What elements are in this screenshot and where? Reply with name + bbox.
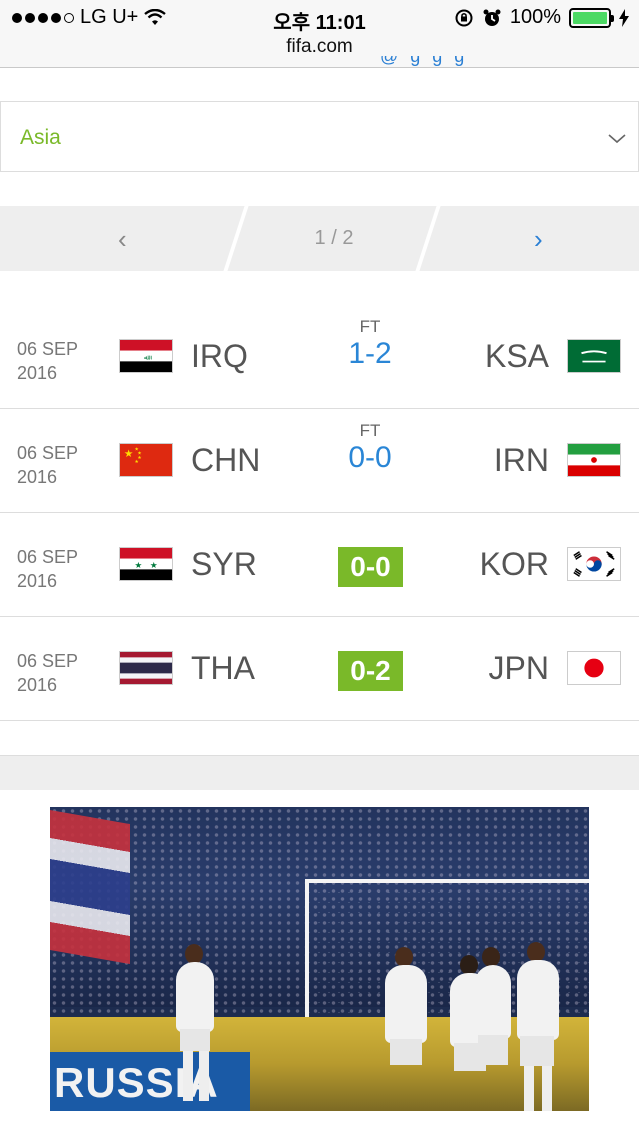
waving-flag <box>50 809 130 965</box>
partial-link: @ggg <box>380 56 477 66</box>
match-date: 06 SEP 2016 <box>17 339 79 383</box>
match-score[interactable]: 1-2 <box>320 337 420 371</box>
match-row[interactable]: 06 SEP 2016 THA 0-2 JPN <box>0 617 639 721</box>
region-select-value: Asia <box>20 126 61 149</box>
thailand-flag-icon <box>119 651 173 685</box>
chevron-down-icon <box>608 134 626 144</box>
address-bar-url[interactable]: fifa.com <box>0 36 639 58</box>
rotation-lock-icon <box>455 9 473 26</box>
japan-flag-icon <box>567 651 621 685</box>
home-team: THA <box>191 650 255 686</box>
match-status: FT <box>359 317 381 336</box>
china-flag-icon: ★ ★ ★ ★ ★ <box>119 443 173 477</box>
status-icons: 100% <box>454 6 629 29</box>
match-date: 06 SEP 2016 <box>17 547 79 591</box>
away-team: JPN <box>488 650 549 686</box>
svg-text:★: ★ <box>134 561 142 571</box>
match-score[interactable]: 0-0 <box>320 441 420 475</box>
match-score[interactable]: 0-2 <box>338 651 403 691</box>
iraq-flag-icon: ﷲ <box>119 339 173 373</box>
saudi-arabia-flag-icon <box>567 339 621 373</box>
svg-text:★: ★ <box>124 448 133 460</box>
svg-text:★: ★ <box>150 561 158 571</box>
south-korea-flag-icon <box>567 547 621 581</box>
board-text: RUSSIA <box>54 1059 219 1106</box>
match-date: 06 SEP 2016 <box>17 651 79 695</box>
next-page-button[interactable]: › <box>534 224 543 255</box>
page-indicator: 1 / 2 <box>314 227 354 249</box>
home-team: SYR <box>191 546 257 582</box>
match-row[interactable]: 06 SEP 2016 ★ ★ ★ ★ ★ CHN FT 0-0 IRN <box>0 409 639 513</box>
match-status: FT <box>359 421 381 440</box>
charging-bolt-icon <box>619 8 629 27</box>
match-score[interactable]: 0-0 <box>338 547 403 587</box>
away-team: KSA <box>484 338 549 374</box>
battery-percent: 100% <box>509 6 561 28</box>
away-team: IRN <box>493 442 549 478</box>
home-team: IRQ <box>191 338 248 374</box>
section-divider <box>0 756 639 790</box>
syria-flag-icon: ★ ★ <box>119 547 173 581</box>
iran-flag-icon <box>567 443 621 477</box>
match-date: 06 SEP 2016 <box>17 443 79 487</box>
home-team: CHN <box>191 442 261 478</box>
list-footer <box>0 720 639 756</box>
news-photo[interactable]: RUSSIA <box>50 807 589 1111</box>
svg-text:★: ★ <box>134 459 138 465</box>
away-team: KOR <box>479 546 549 582</box>
battery-icon <box>569 7 614 28</box>
match-row[interactable]: 06 SEP 2016 ﷲ IRQ FT 1-2 KSA <box>0 305 639 409</box>
match-row[interactable]: 06 SEP 2016 ★ ★ SYR 0-0 KOR <box>0 513 639 617</box>
region-select[interactable]: Asia <box>0 101 639 172</box>
pagination: ‹ 1 / 2 › <box>0 206 639 271</box>
alarm-icon <box>483 9 501 26</box>
